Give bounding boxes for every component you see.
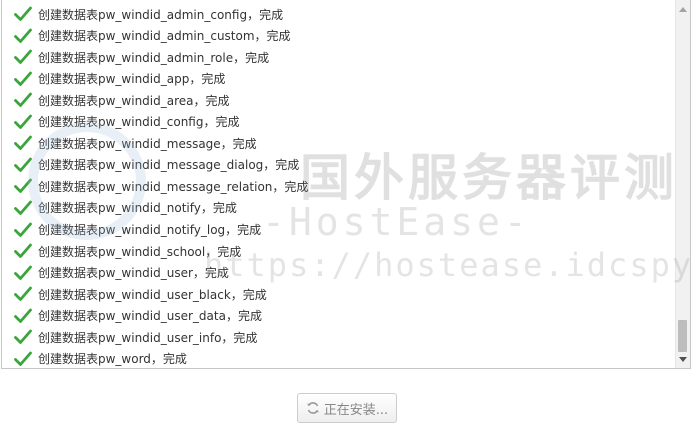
log-item-text: 创建数据表pw_windid_user_data，完成: [38, 309, 262, 324]
log-item-text: 创建数据表pw_windid_user，完成: [38, 266, 229, 281]
log-item: 创建数据表pw_windid_message_dialog，完成: [14, 155, 299, 175]
log-item: 创建数据表pw_windid_school，完成: [14, 241, 241, 261]
log-item: 创建数据表pw_windid_notify_log，完成: [14, 220, 261, 240]
check-icon: [14, 71, 32, 86]
check-icon: [14, 265, 32, 280]
check-icon: [14, 308, 32, 323]
check-icon: [14, 114, 32, 129]
log-item-text: 创建数据表pw_word，完成: [38, 352, 187, 367]
check-icon: [14, 286, 32, 302]
check-icon: [14, 200, 32, 215]
check-icon: [14, 329, 32, 345]
check-icon: [14, 243, 32, 258]
check-icon: [14, 222, 32, 237]
log-item: 创建数据表pw_windid_app，完成: [14, 69, 225, 89]
log-item: 创建数据表pw_windid_admin_custom，完成: [14, 26, 291, 46]
install-log-panel: 创建数据表pw_windid_admin_config，完成 创建数据表pw_wi…: [1, 0, 691, 369]
log-scrollbar[interactable]: [675, 0, 690, 368]
log-item-text: 创建数据表pw_windid_area，完成: [38, 93, 230, 108]
log-item: 创建数据表pw_windid_user_data，完成: [14, 306, 262, 326]
log-item-text: 创建数据表pw_windid_message，完成: [38, 136, 257, 151]
log-item: 创建数据表pw_windid_message，完成: [14, 133, 257, 153]
log-item-text: 创建数据表pw_windid_admin_config，完成: [38, 7, 284, 22]
log-item: 创建数据表pw_windid_message_relation，完成: [14, 176, 308, 196]
log-item-text: 创建数据表pw_windid_admin_role，完成: [38, 50, 270, 65]
log-item: 创建数据表pw_windid_config，完成: [14, 112, 239, 132]
scroll-up-arrow-icon[interactable]: [676, 2, 690, 16]
log-item-text: 创建数据表pw_windid_message_relation，完成: [38, 179, 309, 194]
check-icon: [14, 49, 32, 64]
installing-button-label: 正在安装...: [323, 402, 389, 418]
log-item-text: 创建数据表pw_windid_school，完成: [38, 244, 242, 259]
log-item: 创建数据表pw_windid_notify，完成: [14, 198, 237, 218]
log-item: 创建数据表pw_windid_admin_config，完成: [14, 4, 283, 24]
check-icon: [14, 92, 32, 108]
check-icon: [14, 28, 32, 43]
check-icon: [14, 178, 32, 194]
log-item-text: 创建数据表pw_windid_notify，完成: [38, 201, 237, 216]
log-item: 创建数据表pw_windid_user，完成: [14, 263, 229, 283]
log-item-text: 创建数据表pw_windid_user_black，完成: [38, 287, 267, 302]
check-icon: [14, 351, 32, 366]
log-item: 创建数据表pw_word，完成: [14, 349, 187, 368]
log-item-text: 创建数据表pw_windid_app，完成: [38, 72, 226, 87]
log-item: 创建数据表pw_windid_admin_role，完成: [14, 47, 269, 67]
scroll-down-arrow-icon[interactable]: [676, 352, 690, 366]
log-item-text: 创建数据表pw_windid_admin_custom，完成: [38, 29, 291, 44]
log-item-text: 创建数据表pw_windid_message_dialog，完成: [38, 158, 300, 173]
refresh-icon: [306, 402, 319, 414]
log-item-text: 创建数据表pw_windid_config，完成: [38, 115, 240, 130]
log-item: 创建数据表pw_windid_user_info，完成: [14, 327, 257, 347]
log-item: 创建数据表pw_windid_area，完成: [14, 90, 230, 110]
install-log-list: 创建数据表pw_windid_admin_config，完成 创建数据表pw_wi…: [2, 0, 675, 368]
check-icon: [14, 157, 32, 172]
scroll-thumb[interactable]: [678, 320, 687, 352]
log-item-text: 创建数据表pw_windid_notify_log，完成: [38, 223, 262, 237]
check-icon: [14, 135, 32, 151]
log-item: 创建数据表pw_windid_user_black，完成: [14, 284, 267, 304]
log-item-text: 创建数据表pw_windid_user_info，完成: [38, 330, 258, 345]
installing-button[interactable]: 正在安装...: [297, 393, 397, 423]
check-icon: [14, 6, 32, 21]
